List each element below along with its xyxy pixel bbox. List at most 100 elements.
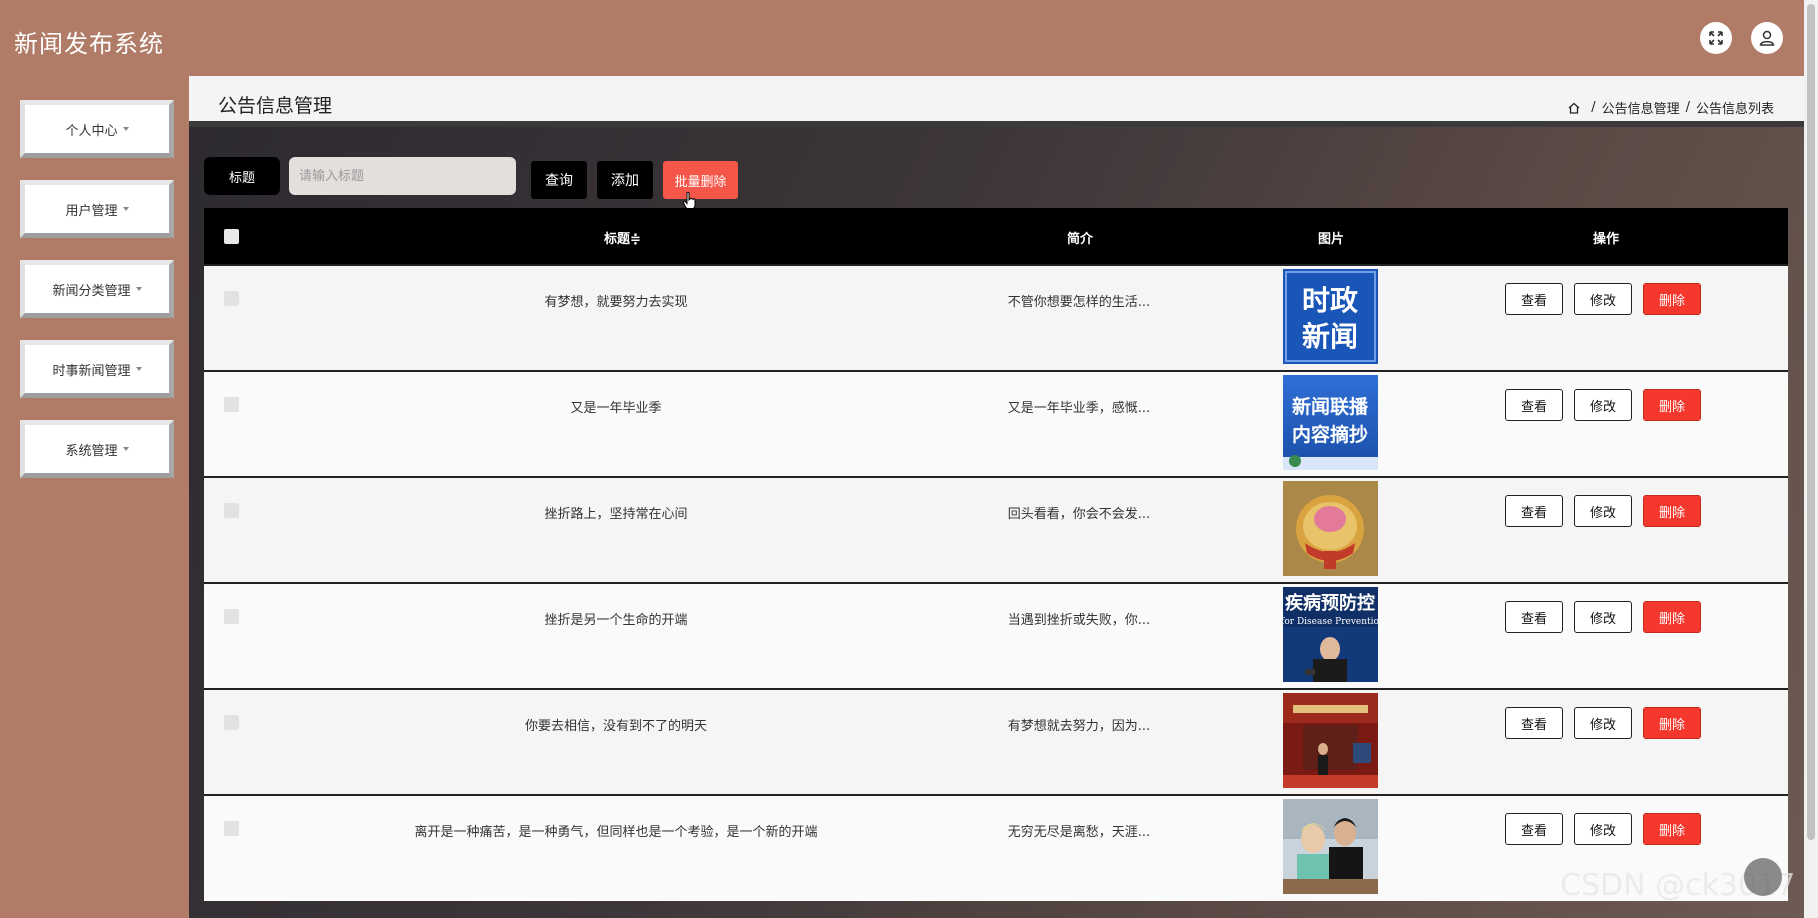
sidebar-item-user-management[interactable]: 用户管理 — [20, 180, 174, 238]
row-title: 离开是一种痛苦，是一种勇气，但同样也是一个考验，是一个新的开端 — [414, 825, 818, 840]
news-table: 标题≑ 简介 图片 操作 有梦想，就要努力去实现 不管你想要怎样的生活... 时… — [204, 208, 1788, 901]
breadcrumb: / 公告信息管理 / 公告信息列表 — [1567, 98, 1774, 117]
row-title: 挫折是另一个生命的开端 — [544, 613, 688, 628]
view-button[interactable]: 查看 — [1505, 283, 1563, 315]
view-button[interactable]: 查看 — [1505, 707, 1563, 739]
scrollbar-thumb[interactable] — [1807, 4, 1815, 840]
sidebar-item-label: 个人中心 — [65, 123, 118, 139]
column-header-title[interactable]: 标题≑ — [604, 228, 641, 247]
view-button[interactable]: 查看 — [1505, 601, 1563, 633]
sidebar-item-news-category[interactable]: 新闻分类管理 — [20, 260, 174, 318]
sidebar-item-label: 系统管理 — [65, 443, 118, 459]
sidebar-item-current-news[interactable]: 时事新闻管理 — [20, 340, 174, 398]
main-content: 公告信息管理 / 公告信息管理 / 公告信息列表 标题 查询 添加 批量删除 标… — [189, 76, 1804, 918]
top-bar: 新闻发布系统 — [0, 0, 1818, 76]
search-label: 标题 — [204, 157, 280, 195]
row-image: 时政 新闻 — [1283, 269, 1378, 364]
sidebar-item-label: 新闻分类管理 — [52, 283, 131, 299]
edit-button[interactable]: 修改 — [1574, 601, 1632, 633]
column-header-actions: 操作 — [1593, 232, 1620, 247]
delete-button[interactable]: 删除 — [1643, 601, 1701, 633]
row-title: 有梦想，就要努力去实现 — [544, 295, 688, 310]
row-intro: 回头看看，你会不会发... — [1007, 507, 1151, 522]
caret-down-icon — [135, 287, 142, 291]
row-title: 又是一年毕业季 — [570, 401, 662, 416]
sidebar: 个人中心 用户管理 新闻分类管理 时事新闻管理 系统管理 — [0, 76, 189, 918]
row-image — [1283, 799, 1378, 894]
row-checkbox[interactable] — [224, 291, 239, 306]
row-image: 新闻联播 内容摘抄 — [1283, 375, 1378, 470]
batch-delete-button[interactable]: 批量删除 — [663, 161, 738, 199]
select-all-checkbox[interactable] — [224, 229, 239, 244]
page-title: 公告信息管理 — [218, 95, 333, 117]
svg-text:for Disease Preventio: for Disease Preventio — [1283, 617, 1378, 627]
svg-text:新闻联播: 新闻联播 — [1292, 395, 1369, 418]
row-intro: 无穷无尽是离愁，天涯... — [1007, 825, 1151, 840]
app-title: 新闻发布系统 — [14, 30, 164, 58]
row-intro: 当遇到挫折或失败，你... — [1007, 613, 1151, 628]
sidebar-item-label: 时事新闻管理 — [52, 363, 131, 379]
caret-down-icon — [135, 367, 142, 371]
row-title: 挫折路上，坚持常在心间 — [544, 507, 688, 522]
edit-button[interactable]: 修改 — [1574, 707, 1632, 739]
table-row: 离开是一种痛苦，是一种勇气，但同样也是一个考验，是一个新的开端 无穷无尽是离愁，… — [204, 794, 1788, 900]
table-header: 标题≑ 简介 图片 操作 — [204, 208, 1788, 264]
row-intro: 不管你想要怎样的生活... — [1007, 295, 1151, 310]
sidebar-item-label: 用户管理 — [65, 203, 118, 219]
delete-button[interactable]: 删除 — [1643, 495, 1701, 527]
table-row: 有梦想，就要努力去实现 不管你想要怎样的生活... 时政 新闻 查看 修改 删除 — [204, 264, 1788, 370]
delete-button[interactable]: 删除 — [1643, 389, 1701, 421]
edit-button[interactable]: 修改 — [1574, 283, 1632, 315]
table-row: 你要去相信，没有到不了的明天 有梦想就去努力，因为... 查看 修改 删除 — [204, 688, 1788, 794]
floating-action-button[interactable] — [1744, 858, 1782, 896]
view-button[interactable]: 查看 — [1505, 813, 1563, 845]
sidebar-item-system[interactable]: 系统管理 — [20, 420, 174, 478]
column-header-intro: 简介 — [1067, 232, 1094, 247]
delete-button[interactable]: 删除 — [1643, 813, 1701, 845]
add-button[interactable]: 添加 — [597, 161, 653, 199]
row-checkbox[interactable] — [224, 821, 239, 836]
row-image — [1283, 481, 1378, 576]
column-header-image: 图片 — [1318, 232, 1345, 247]
page-header: 公告信息管理 / 公告信息管理 / 公告信息列表 — [189, 76, 1804, 127]
breadcrumb-item[interactable]: 公告信息管理 — [1602, 98, 1680, 117]
row-checkbox[interactable] — [224, 609, 239, 624]
search-input[interactable] — [289, 157, 516, 195]
fullscreen-icon[interactable] — [1700, 22, 1732, 54]
row-image: 疾病预防控 for Disease Preventio — [1283, 587, 1378, 682]
table-row: 挫折是另一个生命的开端 当遇到挫折或失败，你... 疾病预防控 for Dise… — [204, 582, 1788, 688]
svg-text:时政: 时政 — [1302, 284, 1358, 317]
caret-down-icon — [122, 447, 129, 451]
column-title-label: 标题 — [604, 232, 631, 247]
table-row: 挫折路上，坚持常在心间 回头看看，你会不会发... 查看 修改 删除 — [204, 476, 1788, 582]
home-icon[interactable] — [1567, 101, 1581, 115]
breadcrumb-separator: / — [1685, 100, 1690, 115]
edit-button[interactable]: 修改 — [1574, 389, 1632, 421]
table-row: 又是一年毕业季 又是一年毕业季，感慨... 新闻联播 内容摘抄 查看 修改 删除 — [204, 370, 1788, 476]
delete-button[interactable]: 删除 — [1643, 283, 1701, 315]
sort-icon[interactable]: ≑ — [630, 232, 641, 247]
row-checkbox[interactable] — [224, 715, 239, 730]
row-intro: 有梦想就去努力，因为... — [1007, 719, 1151, 734]
row-checkbox[interactable] — [224, 397, 239, 412]
edit-button[interactable]: 修改 — [1574, 813, 1632, 845]
breadcrumb-separator: / — [1591, 100, 1596, 115]
page-scrollbar[interactable] — [1804, 0, 1818, 918]
svg-text:新闻: 新闻 — [1302, 320, 1358, 353]
query-button[interactable]: 查询 — [531, 161, 587, 199]
row-intro: 又是一年毕业季，感慨... — [1007, 401, 1151, 416]
view-button[interactable]: 查看 — [1505, 389, 1563, 421]
view-button[interactable]: 查看 — [1505, 495, 1563, 527]
caret-down-icon — [122, 127, 129, 131]
row-title: 你要去相信，没有到不了的明天 — [524, 719, 707, 734]
user-avatar-icon[interactable] — [1751, 22, 1783, 54]
row-checkbox[interactable] — [224, 503, 239, 518]
caret-down-icon — [122, 207, 129, 211]
sidebar-item-personal-center[interactable]: 个人中心 — [20, 100, 174, 158]
svg-text:疾病预防控: 疾病预防控 — [1285, 592, 1375, 614]
svg-text:内容摘抄: 内容摘抄 — [1292, 423, 1368, 446]
breadcrumb-item: 公告信息列表 — [1695, 102, 1774, 117]
delete-button[interactable]: 删除 — [1643, 707, 1701, 739]
row-image — [1283, 693, 1378, 788]
edit-button[interactable]: 修改 — [1574, 495, 1632, 527]
